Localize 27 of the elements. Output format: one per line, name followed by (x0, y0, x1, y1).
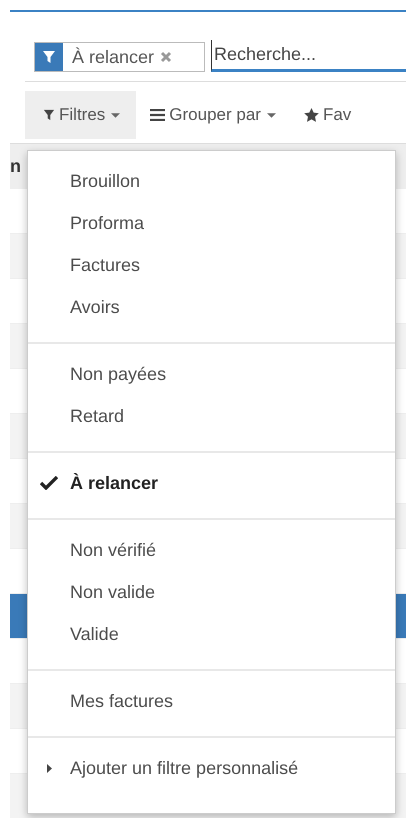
filter-icon (43, 109, 55, 121)
filter-facet[interactable]: À relancer (34, 42, 205, 72)
check-icon (40, 476, 58, 490)
group-menu-button[interactable]: Grouper par (136, 91, 290, 139)
caret-right-icon (46, 764, 52, 772)
filter-option[interactable]: Non valide (28, 571, 395, 613)
remove-icon (160, 51, 172, 63)
list-icon (150, 109, 166, 121)
filter-option[interactable]: Ajouter un filtre personnalisé (28, 747, 395, 789)
filter-option[interactable]: Mes factures (28, 680, 395, 722)
star-icon (304, 108, 319, 122)
filter-option[interactable]: Retard (28, 395, 395, 437)
filter-option[interactable]: Factures (28, 244, 395, 286)
caret-icon (266, 112, 276, 118)
filter-option[interactable]: Valide (28, 613, 395, 655)
filter-option[interactable]: Brouillon (28, 160, 395, 202)
filter-option[interactable]: Proforma (28, 202, 395, 244)
filter-option[interactable]: Non payées (28, 353, 395, 395)
filter-menu-button[interactable]: Filtres (25, 91, 136, 139)
filter-option[interactable]: Avoirs (28, 286, 395, 328)
favorite-menu-button[interactable]: Fav (290, 91, 366, 139)
column-header: n (10, 156, 21, 176)
search-field[interactable]: Recherche... (211, 40, 406, 72)
filter-option[interactable]: À relancer (28, 462, 395, 504)
filter-option[interactable]: Non vérifié (28, 529, 395, 571)
filter-icon (42, 50, 56, 64)
caret-icon (111, 112, 120, 118)
